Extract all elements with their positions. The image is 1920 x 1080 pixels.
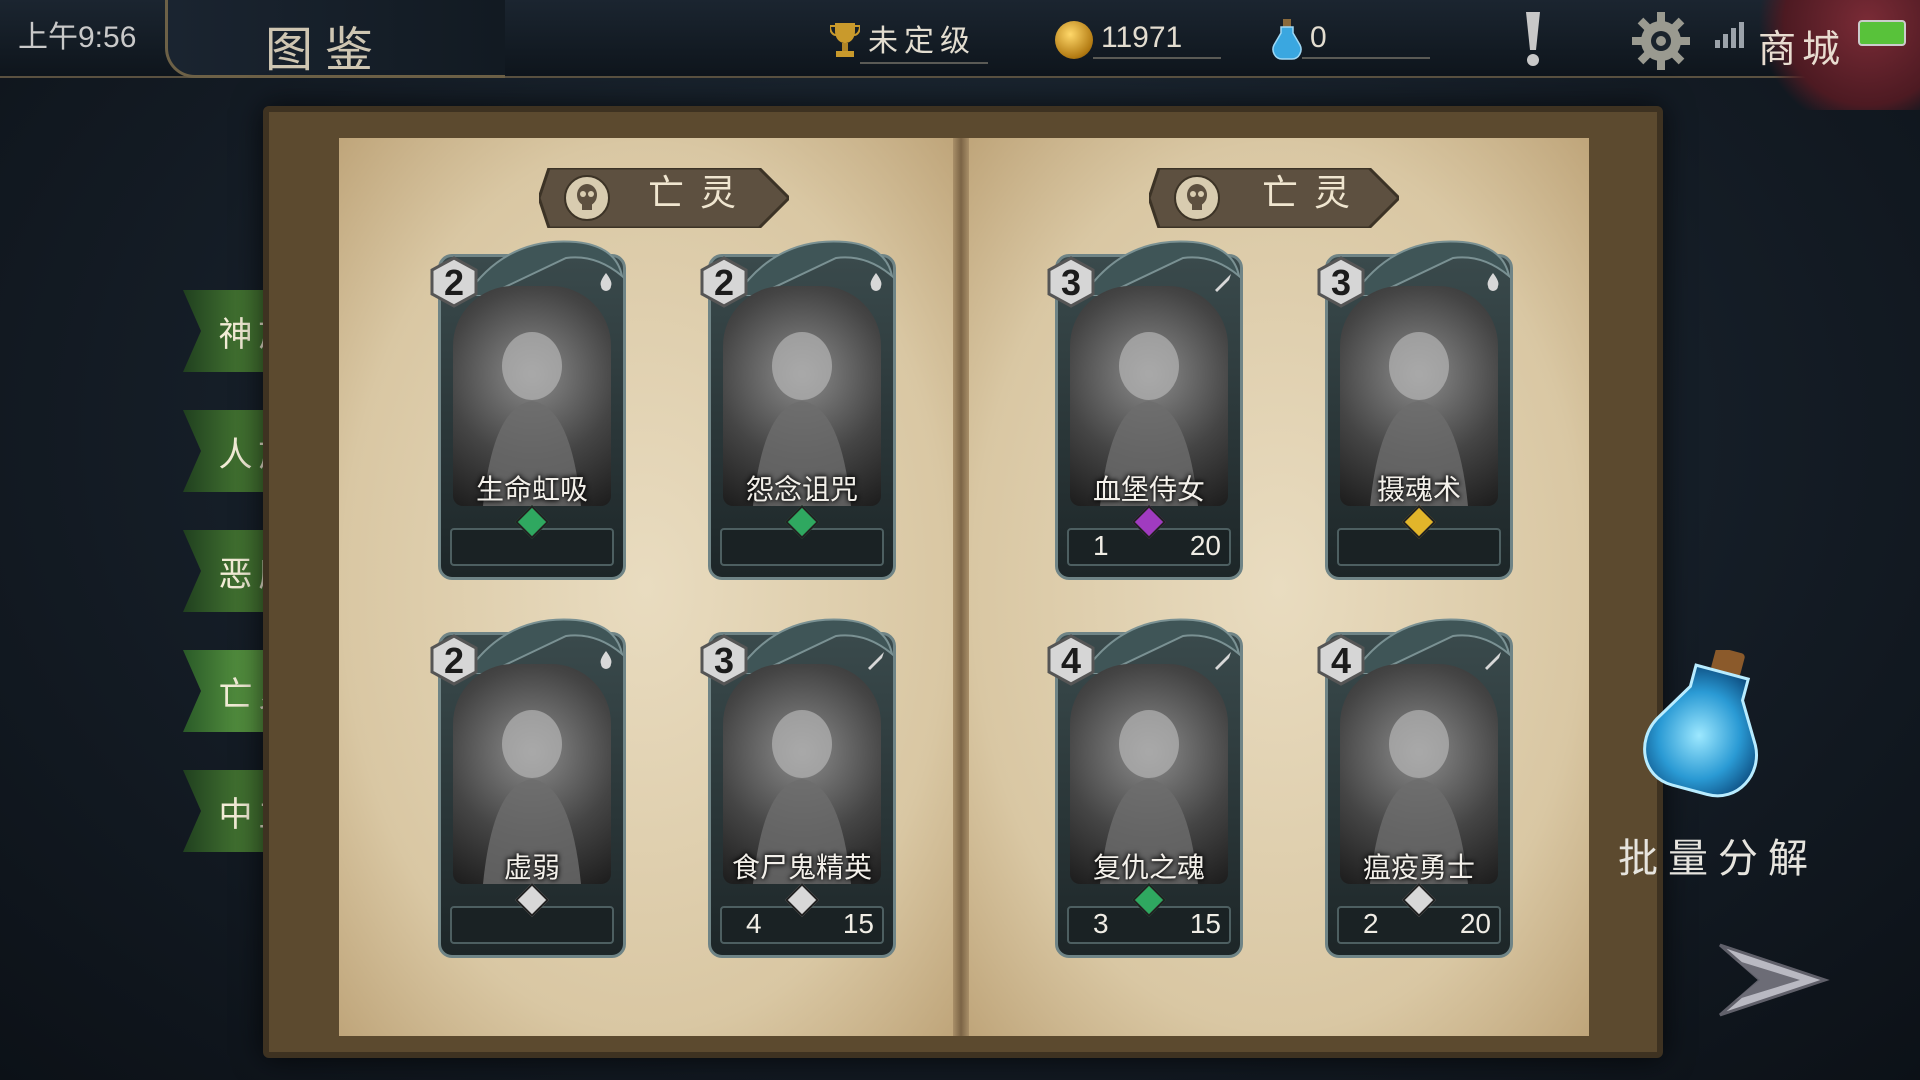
card-7[interactable]: 4 瘟疫勇士 2 20: [1317, 614, 1513, 958]
card-cost: 4: [1330, 640, 1352, 681]
card-0[interactable]: 2 生命虹吸: [430, 236, 626, 580]
card-6[interactable]: 4 复仇之魂 3 15: [1047, 614, 1243, 958]
book-spine: [953, 138, 969, 1036]
drop-icon: [1487, 273, 1499, 291]
rank-value: 未定级: [860, 16, 988, 64]
card-owned-count: 2: [1363, 908, 1379, 939]
card-name: 食尸鬼精英: [731, 852, 872, 883]
right-page-title: 亡灵: [1262, 173, 1367, 214]
battery-icon: [1858, 20, 1906, 46]
card-owned-count: 4: [746, 908, 762, 939]
potion-display[interactable]: 0: [1272, 18, 1430, 62]
card-name: 生命虹吸: [475, 474, 588, 505]
card-cost: 3: [1060, 262, 1082, 303]
sword-icon: [1215, 652, 1231, 670]
signal-icon: [1715, 18, 1744, 48]
card-3[interactable]: 3 摄魂术: [1317, 236, 1513, 580]
shop-label[interactable]: 商城: [1758, 18, 1846, 73]
card-cost: 3: [713, 640, 735, 681]
alert-icon[interactable]: [1518, 10, 1548, 68]
drop-icon: [600, 651, 612, 669]
card-name: 血堡侍女: [1092, 474, 1205, 505]
drop-icon: [870, 273, 882, 291]
card-owned-count: 3: [1093, 908, 1109, 939]
card-max-count: 15: [842, 908, 874, 939]
card-name: 虚弱: [503, 852, 560, 883]
card-1[interactable]: 2 怨念诅咒: [700, 236, 896, 580]
card-cost: 2: [443, 262, 465, 303]
page-title: 图鉴: [265, 22, 386, 78]
coin-display[interactable]: 11971: [1055, 18, 1221, 62]
rank-display[interactable]: 未定级: [830, 16, 988, 64]
coin-icon: [1055, 21, 1093, 59]
left-page-title: 亡灵: [648, 173, 753, 214]
potion-icon: [1272, 19, 1302, 60]
card-cost: 2: [443, 640, 465, 681]
sword-icon: [1485, 652, 1501, 670]
card-4[interactable]: 2 虚弱: [430, 614, 626, 958]
drop-icon: [600, 273, 612, 291]
card-2[interactable]: 3 血堡侍女 1 20: [1047, 236, 1243, 580]
coin-value: 11971: [1093, 21, 1221, 59]
trophy-icon: [830, 23, 860, 57]
card-max-count: 15: [1189, 908, 1221, 939]
status-time: 上午9:56: [18, 21, 137, 54]
card-5[interactable]: 3 食尸鬼精英 4 15: [700, 614, 896, 958]
card-max-count: 20: [1459, 908, 1491, 939]
decompose-label[interactable]: 批量分解: [1618, 826, 1818, 884]
card-name: 瘟疫勇士: [1362, 852, 1475, 883]
potion-value: 0: [1302, 21, 1430, 59]
gear-icon[interactable]: [1630, 10, 1692, 72]
card-cost: 3: [1330, 262, 1352, 303]
card-name: 复仇之魂: [1092, 852, 1205, 883]
card-cost: 2: [713, 262, 735, 303]
sword-icon: [868, 652, 884, 670]
card-name: 怨念诅咒: [745, 474, 858, 505]
card-max-count: 20: [1189, 530, 1221, 561]
card-cost: 4: [1060, 640, 1082, 681]
sword-icon: [1215, 274, 1231, 292]
card-owned-count: 1: [1093, 530, 1109, 561]
next-page-arrow-icon[interactable]: [1710, 935, 1830, 1025]
card-name: 摄魂术: [1376, 474, 1461, 505]
